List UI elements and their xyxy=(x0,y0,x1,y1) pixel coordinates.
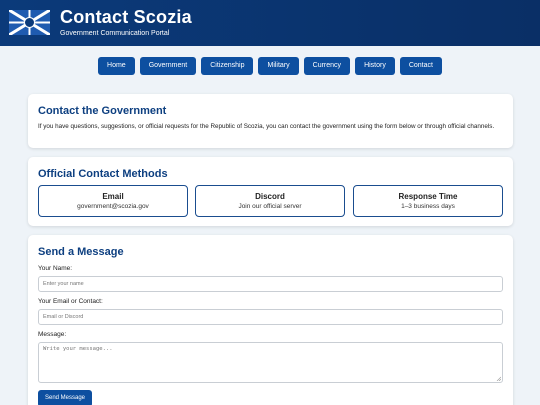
method-discord-value: Join our official server xyxy=(238,203,302,210)
message-textarea[interactable]: Write your message... xyxy=(38,342,503,383)
nav-history[interactable]: History xyxy=(355,57,395,75)
method-email: Email government@scozia.gov xyxy=(38,185,188,217)
scozia-flag-icon xyxy=(9,10,50,35)
intro-text: If you have questions, suggestions, or o… xyxy=(38,123,495,130)
intro-heading: Contact the Government xyxy=(38,105,167,117)
nav-home[interactable]: Home xyxy=(98,57,135,75)
message-placeholder: Write your message... xyxy=(43,346,113,352)
nav-contact[interactable]: Contact xyxy=(399,57,442,75)
method-response-title: Response Time xyxy=(398,192,458,201)
method-discord: Discord Join our official server xyxy=(195,185,345,217)
site-header: Contact Scozia Government Communication … xyxy=(0,0,540,46)
page-subtitle: Government Communication Portal xyxy=(60,30,170,37)
resize-grip-icon[interactable] xyxy=(496,376,501,381)
message-label: Message: xyxy=(38,331,67,338)
name-input[interactable]: Enter your name xyxy=(38,276,503,292)
name-label: Your Name: xyxy=(38,265,73,272)
send-message-button[interactable]: Send Message xyxy=(38,390,92,405)
nav-citizenship[interactable]: Citizenship xyxy=(201,57,254,75)
method-email-title: Email xyxy=(102,192,124,201)
method-response-value: 1–3 business days xyxy=(401,203,455,210)
contact-label: Your Email or Contact: xyxy=(38,298,103,305)
method-response-time: Response Time 1–3 business days xyxy=(353,185,503,217)
contact-methods-card: Official Contact Methods Email governmen… xyxy=(28,157,513,226)
method-discord-title: Discord xyxy=(255,192,285,201)
contact-input[interactable]: Email or Discord xyxy=(38,309,503,325)
message-form-card: Send a Message Your Name: Enter your nam… xyxy=(28,235,513,405)
methods-heading: Official Contact Methods xyxy=(38,168,168,180)
form-heading: Send a Message xyxy=(38,246,124,258)
intro-card: Contact the Government If you have quest… xyxy=(28,94,513,148)
nav-currency[interactable]: Currency xyxy=(303,57,351,75)
nav-military[interactable]: Military xyxy=(258,57,299,75)
nav-government[interactable]: Government xyxy=(139,57,197,75)
method-email-value: government@scozia.gov xyxy=(77,203,149,210)
main-nav: Home Government Citizenship Military Currenc… xyxy=(0,57,540,75)
page-title: Contact Scozia xyxy=(60,7,192,27)
